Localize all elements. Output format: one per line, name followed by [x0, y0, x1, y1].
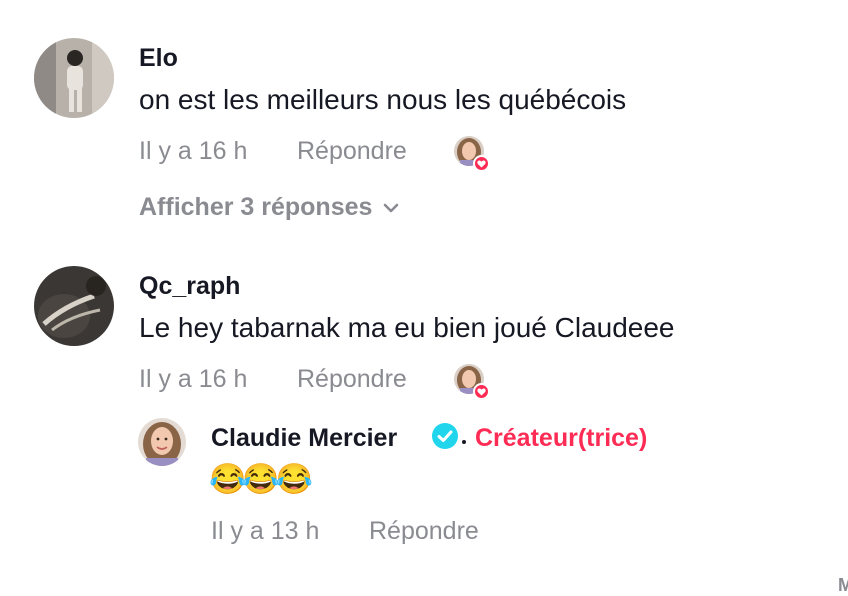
comment-timestamp: Il y a 16 h [139, 137, 248, 165]
reply-timestamp: Il y a 13 h [211, 517, 320, 545]
avatar-elo-image [34, 38, 114, 118]
creator-liked-indicator [454, 364, 490, 400]
avatar-claudie-mercier[interactable] [138, 418, 186, 466]
creator-liked-indicator [454, 136, 490, 172]
avatar-claudie-mercier-image [138, 418, 186, 466]
comment-timestamp: Il y a 16 h [139, 365, 248, 393]
avatar-elo[interactable] [34, 38, 114, 118]
creator-liked-heart-icon [473, 383, 490, 400]
verified-badge-icon [432, 423, 458, 449]
reply-username[interactable]: Claudie Mercier [211, 424, 397, 453]
avatar-qc-raph-image [34, 266, 114, 346]
comment-text: Le hey tabarnak ma eu bien joué Claudeee [139, 312, 675, 343]
reply-text: 😂😂😂 [209, 463, 313, 496]
clipped-corner-text: M [838, 575, 848, 595]
comment-username[interactable]: Elo [139, 44, 178, 73]
comment-username[interactable]: Qc_raph [139, 272, 240, 301]
comment-text: on est les meilleurs nous les québécois [139, 84, 627, 115]
reply-button[interactable]: Répondre [369, 517, 479, 546]
view-replies-label: Afficher 3 réponses [139, 193, 373, 221]
avatar-qc-raph[interactable] [34, 266, 114, 346]
view-replies-button[interactable]: Afficher 3 réponses [139, 193, 400, 222]
reply-button[interactable]: Répondre [297, 365, 407, 394]
creator-badge: Créateur(trice) [475, 424, 648, 452]
chevron-down-icon [384, 204, 399, 213]
separator-dot [462, 440, 466, 444]
reply-button[interactable]: Répondre [297, 137, 407, 166]
creator-liked-heart-icon [473, 155, 490, 172]
